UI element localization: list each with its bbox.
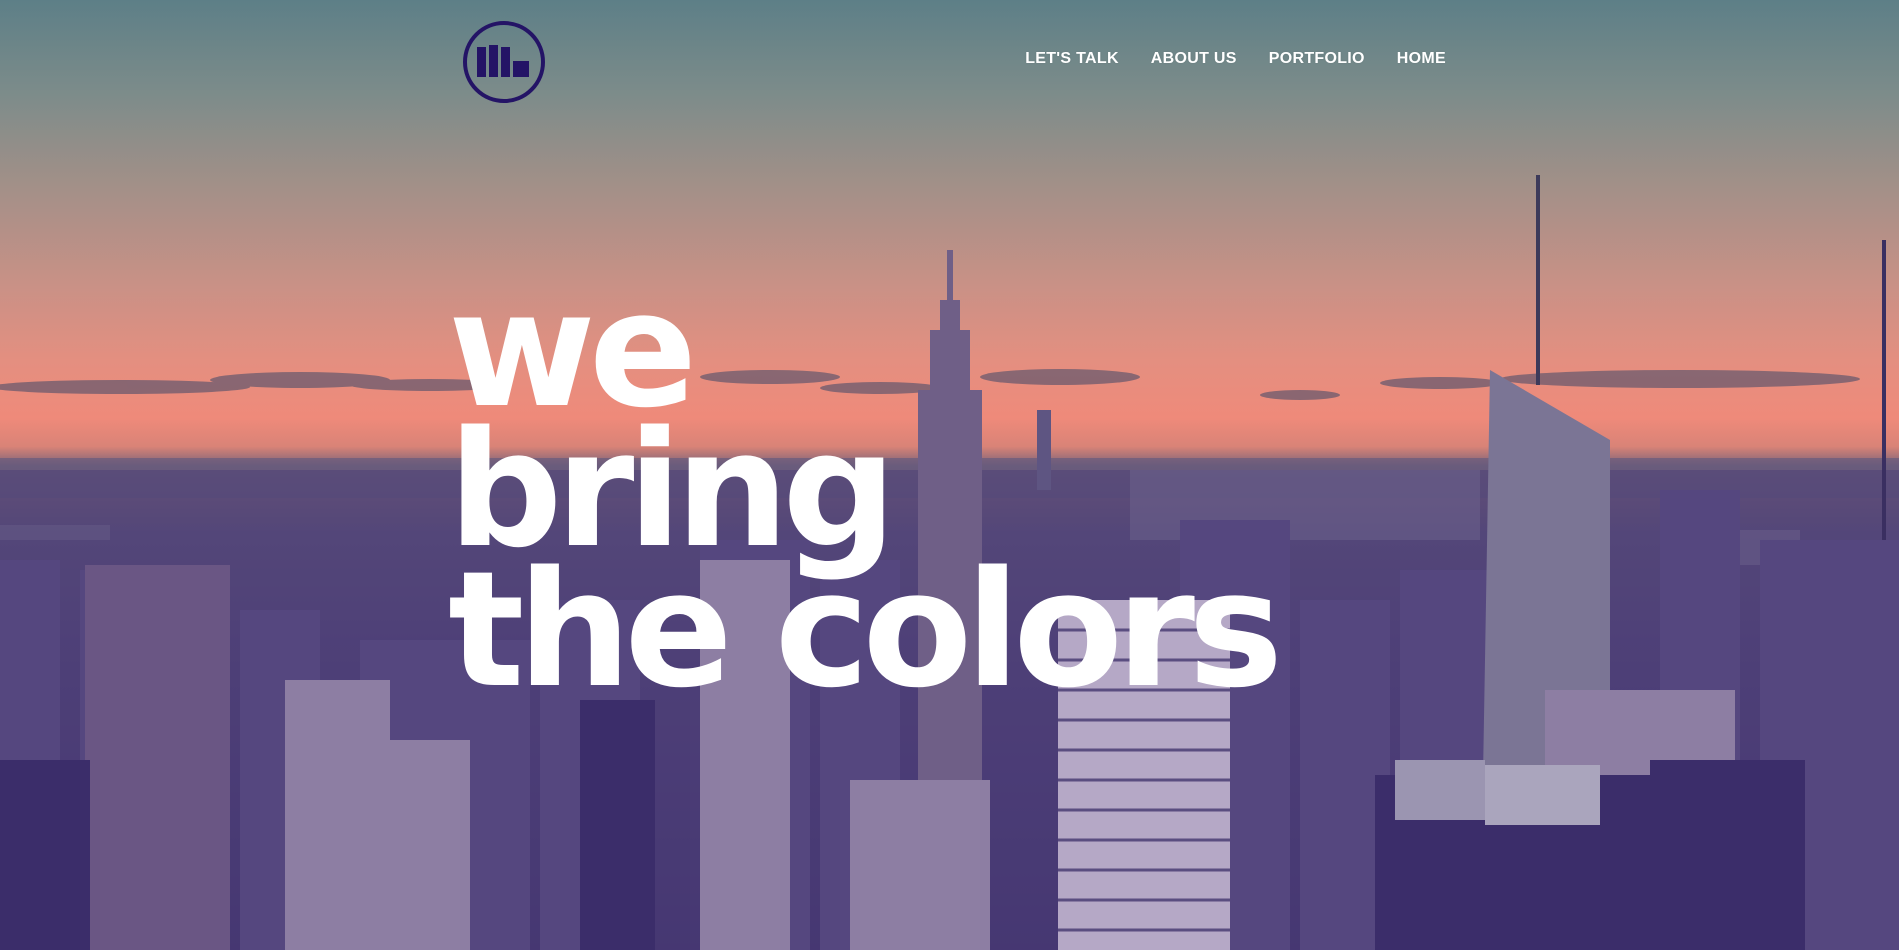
headline-line-3: the colors bbox=[448, 536, 1283, 723]
hero-headline: we bring the colors bbox=[448, 270, 1283, 723]
bar-blocks-logo-icon bbox=[477, 45, 529, 77]
nav-portfolio[interactable]: PORTFOLIO bbox=[1269, 50, 1365, 68]
nav-home[interactable]: HOME bbox=[1397, 50, 1446, 68]
logo[interactable] bbox=[463, 21, 545, 103]
hero-section: LET'S TALK ABOUT US PORTFOLIO HOME we br… bbox=[0, 0, 1899, 950]
nav-about-us[interactable]: ABOUT US bbox=[1151, 50, 1237, 68]
main-nav: LET'S TALK ABOUT US PORTFOLIO HOME bbox=[1025, 50, 1446, 68]
nav-lets-talk[interactable]: LET'S TALK bbox=[1025, 50, 1119, 68]
